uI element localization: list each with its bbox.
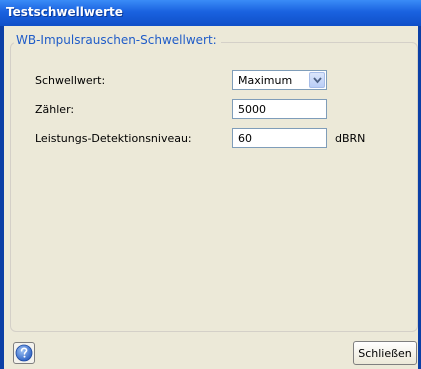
threshold-label: Schwellwert: bbox=[35, 74, 106, 87]
threshold-select-value: Maximum bbox=[238, 74, 293, 87]
counter-input[interactable]: 5000 bbox=[232, 99, 327, 119]
power-level-label: Leistungs-Detektionsniveau: bbox=[35, 132, 192, 145]
power-level-input[interactable]: 60 bbox=[232, 128, 327, 148]
window-title: Testschwellwerte bbox=[6, 5, 123, 19]
power-level-input-value: 60 bbox=[238, 132, 252, 145]
help-button[interactable] bbox=[13, 342, 35, 364]
threshold-select[interactable]: Maximum bbox=[232, 70, 327, 90]
dropdown-button[interactable] bbox=[309, 72, 325, 88]
close-button-label: Schließen bbox=[358, 347, 412, 360]
counter-label: Zähler: bbox=[35, 103, 75, 116]
title-bar: Testschwellwerte bbox=[0, 0, 421, 26]
close-button[interactable]: Schließen bbox=[353, 341, 417, 365]
group-title: WB-Impulsrauschen-Schwellwert: bbox=[14, 33, 221, 47]
dialog-window: Testschwellwerte WB-Impulsrauschen-Schwe… bbox=[0, 0, 421, 369]
chevron-down-icon bbox=[313, 77, 322, 84]
power-level-unit: dBRN bbox=[335, 132, 366, 145]
help-icon bbox=[15, 344, 33, 362]
window-frame-left bbox=[0, 26, 4, 369]
counter-input-value: 5000 bbox=[238, 103, 266, 116]
